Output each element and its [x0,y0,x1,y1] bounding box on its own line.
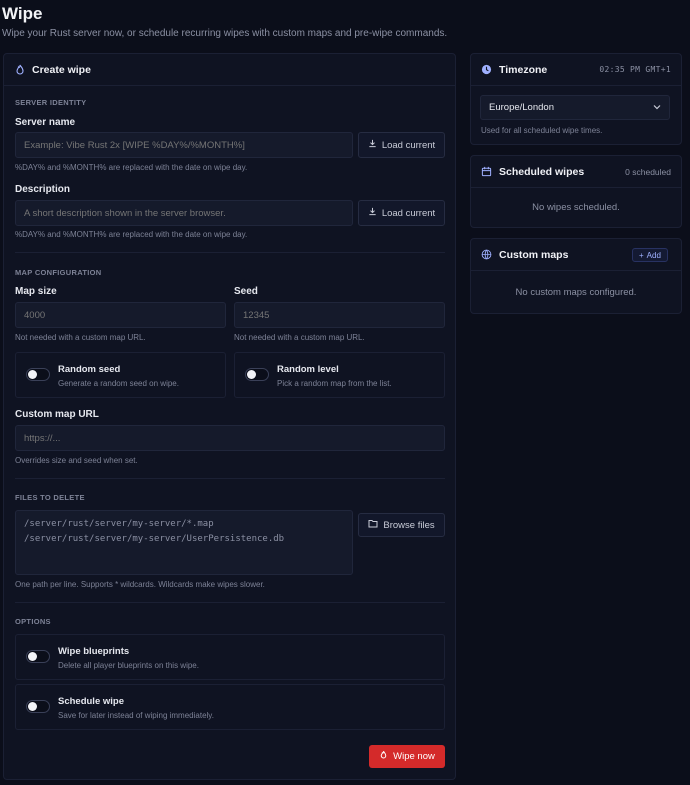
seed-hint: Not needed with a custom map URL. [234,333,365,342]
server-name-input[interactable] [15,132,353,158]
folder-icon [368,519,378,531]
timezone-selected-value: Europe/London [489,102,554,113]
section-options: OPTIONS [15,617,51,626]
divider [15,478,445,479]
random-level-desc: Pick a random map from the list. [277,379,392,388]
custom-map-url-input[interactable] [15,425,445,451]
calendar-icon [481,166,493,178]
timezone-select[interactable]: Europe/London [480,95,670,120]
map-size-label: Map size [15,286,57,297]
scheduled-wipes-title: Scheduled wipes [499,165,585,178]
section-server-identity: SERVER IDENTITY [15,98,87,107]
add-custom-map-button[interactable]: + Add [632,248,668,262]
chevron-down-icon [653,102,661,113]
map-size-input[interactable] [15,302,226,328]
flame-icon [379,750,388,763]
create-wipe-title: Create wipe [32,63,91,76]
wipe-blueprints-toggle[interactable] [26,650,50,663]
scheduled-wipes-card: Scheduled wipes 0 scheduled [470,155,682,228]
description-load-current-button[interactable]: Load current [358,200,445,226]
files-to-delete-textarea[interactable] [15,510,353,575]
timezone-title: Timezone [499,63,548,76]
wipe-blueprints-option: Wipe blueprints Delete all player bluepr… [15,634,445,680]
divider [15,252,445,253]
add-label: Add [646,250,661,260]
wipe-now-button[interactable]: Wipe now [369,745,445,768]
random-level-title: Random level [277,364,339,375]
clock-icon [481,64,493,76]
random-level-toggle[interactable] [245,368,269,381]
random-seed-desc: Generate a random seed on wipe. [58,379,179,388]
section-map-configuration: MAP CONFIGURATION [15,268,102,277]
random-level-option: Random level Pick a random map from the … [234,352,445,398]
custom-map-url-hint: Overrides size and seed when set. [15,456,138,465]
create-wipe-header: Create wipe [4,54,455,86]
load-current-label: Load current [381,207,436,219]
schedule-wipe-title: Schedule wipe [58,696,124,707]
load-current-label: Load current [381,139,436,151]
description-label: Description [15,184,71,195]
schedule-wipe-option: Schedule wipe Save for later instead of … [15,684,445,730]
description-hint: %DAY% and %MONTH% are replaced with the … [15,230,248,239]
scheduled-wipes-header: Scheduled wipes 0 scheduled [471,156,681,188]
page-title: Wipe [2,4,43,23]
files-to-delete-hint: One path per line. Supports * wildcards.… [15,580,265,589]
wipe-blueprints-desc: Delete all player blueprints on this wip… [58,661,199,670]
wipe-blueprints-title: Wipe blueprints [58,646,130,657]
browse-files-label: Browse files [383,519,435,531]
description-input[interactable] [15,200,353,226]
random-seed-toggle[interactable] [26,368,50,381]
random-seed-option: Random seed Generate a random seed on wi… [15,352,226,398]
plus-icon: + [639,250,644,260]
seed-label: Seed [234,286,258,297]
server-name-label: Server name [15,117,76,128]
timezone-current-time: 02:35 PM GMT+1 [599,65,671,74]
wipe-now-label: Wipe now [393,751,435,762]
divider [15,602,445,603]
download-icon [368,139,377,151]
flame-icon [14,64,26,76]
page-subtitle: Wipe your Rust server now, or schedule r… [2,28,448,39]
seed-input[interactable] [234,302,445,328]
section-files-to-delete: FILES TO DELETE [15,493,85,502]
schedule-wipe-desc: Save for later instead of wiping immedia… [58,711,214,720]
schedule-wipe-toggle[interactable] [26,700,50,713]
browse-files-button[interactable]: Browse files [358,513,445,537]
random-seed-title: Random seed [58,364,121,375]
timezone-header: Timezone 02:35 PM GMT+1 [471,54,681,86]
timezone-hint: Used for all scheduled wipe times. [481,126,603,135]
globe-icon [481,249,493,261]
custom-map-url-label: Custom map URL [15,409,99,420]
server-name-load-current-button[interactable]: Load current [358,132,445,158]
scheduled-wipes-empty: No wipes scheduled. [532,202,620,213]
map-size-hint: Not needed with a custom map URL. [15,333,146,342]
download-icon [368,207,377,219]
scheduled-wipes-count: 0 scheduled [625,166,671,177]
server-name-hint: %DAY% and %MONTH% are replaced with the … [15,163,248,172]
custom-maps-empty: No custom maps configured. [515,287,637,298]
custom-maps-title: Custom maps [499,248,569,261]
